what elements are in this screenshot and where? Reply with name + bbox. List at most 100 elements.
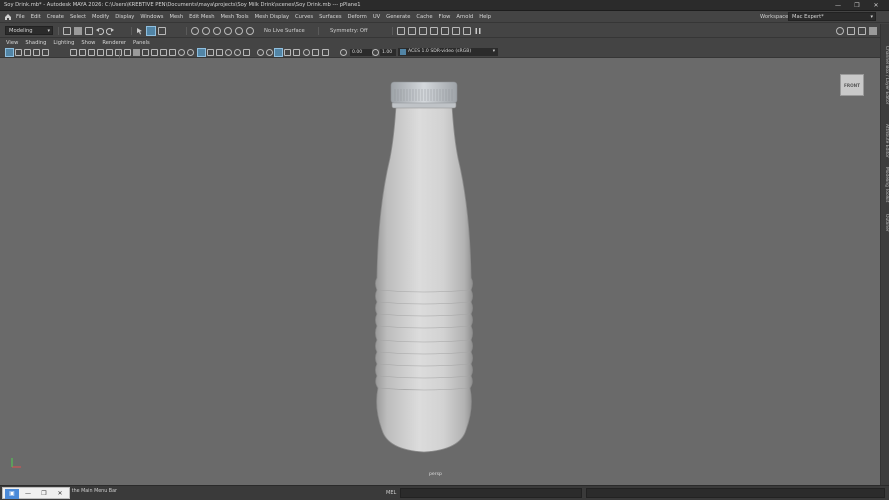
menu-mesh-tools[interactable]: Mesh Tools — [221, 14, 249, 20]
motion-blur-icon[interactable] — [225, 49, 232, 56]
menu-modify[interactable]: Modify — [92, 14, 109, 20]
select-hierarchy-icon[interactable] — [136, 27, 144, 35]
workspace-dropdown[interactable]: Mac Expert* ▾ — [788, 12, 876, 21]
menu-mesh-display[interactable]: Mesh Display — [255, 14, 289, 20]
image-plane-icon[interactable] — [33, 49, 40, 56]
snap-point-icon[interactable] — [213, 27, 221, 35]
snap-projected-icon[interactable] — [224, 27, 232, 35]
gate-mask-icon[interactable] — [88, 49, 95, 56]
snap-view-plane-icon[interactable] — [235, 27, 243, 35]
snap-curve-icon[interactable] — [202, 27, 210, 35]
panel-menu-show[interactable]: Show — [81, 40, 95, 46]
menu-edit-mesh[interactable]: Edit Mesh — [189, 14, 214, 20]
light-editor-icon[interactable] — [463, 27, 471, 35]
menu-create[interactable]: Create — [47, 14, 64, 20]
restore-icon[interactable]: ❐ — [37, 489, 51, 499]
select-object-icon[interactable] — [146, 26, 156, 36]
mel-label[interactable]: MEL — [386, 490, 396, 496]
color-space-dropdown[interactable]: ACES 1.0 SDR-video (sRGB) ▾ — [398, 48, 498, 56]
render-view-icon[interactable] — [397, 27, 405, 35]
render-frame-icon[interactable] — [408, 27, 416, 35]
gamma-dial-icon[interactable] — [372, 49, 379, 56]
menu-set-dropdown[interactable]: Modeling ▾ — [5, 26, 53, 35]
field-chart-icon[interactable] — [97, 49, 104, 56]
anti-aliasing-icon[interactable] — [293, 49, 300, 56]
attribute-editor-icon[interactable] — [858, 27, 866, 35]
menu-uv[interactable]: UV — [373, 14, 380, 20]
camera-icon[interactable] — [266, 49, 273, 56]
menu-display[interactable]: Display — [115, 14, 134, 20]
select-component-icon[interactable] — [158, 27, 166, 35]
app-thumbnail-icon[interactable]: ▣ — [5, 489, 19, 499]
wireframe-on-shaded-icon[interactable] — [151, 49, 158, 56]
isolate-select-icon[interactable] — [197, 48, 206, 57]
home-icon[interactable] — [4, 13, 12, 21]
multisample-icon[interactable] — [234, 49, 241, 56]
smooth-shade-icon[interactable] — [133, 49, 140, 56]
camera-attributes-icon[interactable] — [15, 49, 22, 56]
menu-surfaces[interactable]: Surfaces — [319, 14, 341, 20]
exposure-dial-icon[interactable] — [340, 49, 347, 56]
make-live-icon[interactable] — [246, 27, 254, 35]
soy-drink-bottle[interactable] — [0, 58, 880, 485]
maximize-icon[interactable]: ❐ — [850, 1, 864, 10]
command-input[interactable] — [400, 488, 582, 498]
film-gate-icon[interactable] — [70, 49, 77, 56]
menu-windows[interactable]: Windows — [140, 14, 163, 20]
panel-menu-shading[interactable]: Shading — [25, 40, 46, 46]
render-settings-icon[interactable] — [430, 27, 438, 35]
tool-settings-icon[interactable] — [869, 27, 877, 35]
menu-mesh[interactable]: Mesh — [169, 14, 183, 20]
sidebar-toggle-icon[interactable] — [836, 27, 844, 35]
shadows-icon[interactable] — [178, 49, 185, 56]
undo-icon[interactable] — [96, 27, 105, 35]
view-cube[interactable]: FRONT — [840, 74, 864, 96]
pause-icon[interactable] — [474, 27, 482, 35]
close-icon[interactable]: ✕ — [53, 489, 67, 499]
render-setup-icon[interactable] — [452, 27, 460, 35]
hud-icon[interactable] — [274, 48, 283, 57]
menu-flow[interactable]: Flow — [439, 14, 451, 20]
wireframe-icon[interactable] — [124, 49, 131, 56]
ipr-render-icon[interactable] — [419, 27, 427, 35]
tab-channel-box[interactable]: Channel Box / Layer Editor — [882, 46, 889, 104]
exposure-input[interactable]: 0.00 — [350, 49, 372, 56]
viewport-two-icon[interactable] — [303, 49, 310, 56]
tab-attribute-editor[interactable]: Attribute Editor — [882, 124, 889, 158]
redo-icon[interactable] — [105, 27, 114, 35]
default-material-icon[interactable] — [142, 49, 149, 56]
panel-menu-panels[interactable]: Panels — [133, 40, 150, 46]
depth-of-field-icon[interactable] — [243, 49, 250, 56]
menu-file[interactable]: File — [16, 14, 25, 20]
viewport-panel[interactable]: FRONT persp — [0, 58, 880, 485]
panel-menu-view[interactable]: View — [6, 40, 18, 46]
menu-deform[interactable]: Deform — [348, 14, 367, 20]
xray-joints-icon[interactable] — [216, 49, 223, 56]
open-scene-icon[interactable] — [74, 27, 82, 35]
menu-generate[interactable]: Generate — [386, 14, 410, 20]
minimize-icon[interactable]: — — [21, 489, 35, 499]
menu-edit[interactable]: Edit — [31, 14, 41, 20]
menu-cache[interactable]: Cache — [416, 14, 432, 20]
close-icon[interactable]: ✕ — [869, 1, 883, 10]
textured-icon[interactable] — [160, 49, 167, 56]
live-surface-field[interactable]: No Live Surface — [264, 28, 305, 34]
bookmarks-icon[interactable] — [24, 49, 31, 56]
xray-icon[interactable] — [207, 49, 214, 56]
menu-curves[interactable]: Curves — [295, 14, 313, 20]
ambient-occlusion-icon[interactable] — [284, 49, 291, 56]
safe-action-icon[interactable] — [106, 49, 113, 56]
menu-select[interactable]: Select — [70, 14, 86, 20]
symmetry-field[interactable]: Symmetry: Off — [330, 28, 368, 34]
channel-box-icon[interactable] — [847, 27, 855, 35]
tab-outliner[interactable]: Outliner — [882, 214, 889, 232]
screen-space-ao-icon[interactable] — [187, 49, 194, 56]
menu-arnold[interactable]: Arnold — [456, 14, 473, 20]
panel-menu-lighting[interactable]: Lighting — [53, 40, 74, 46]
hypershade-icon[interactable] — [441, 27, 449, 35]
save-scene-icon[interactable] — [85, 27, 93, 35]
select-camera-icon[interactable] — [5, 48, 14, 57]
grid-icon[interactable] — [42, 49, 49, 56]
new-scene-icon[interactable] — [63, 27, 71, 35]
tone-map-icon[interactable] — [312, 49, 319, 56]
